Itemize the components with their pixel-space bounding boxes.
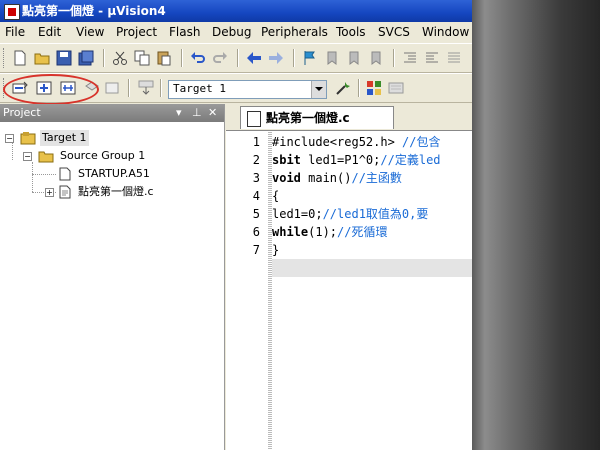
- tree-item-source-group[interactable]: − Source Group 1: [22, 148, 182, 164]
- current-line-highlight: [272, 259, 472, 277]
- file-icon: [247, 111, 261, 127]
- project-panel: Project ▾ ⊥ ✕ − Target 1 − Source Group …: [0, 104, 225, 450]
- tree-item-file[interactable]: STARTUP.A51: [58, 166, 198, 182]
- expand-icon[interactable]: +: [45, 188, 54, 197]
- toolbar-separator: [160, 79, 162, 97]
- tab-source-file[interactable]: 點亮第一個燈.c: [240, 106, 394, 129]
- stop-build-icon[interactable]: [104, 80, 120, 96]
- toolbar-separator: [128, 79, 130, 97]
- window-title: 點亮第一個燈 - µVision4: [22, 4, 166, 18]
- pin-icon[interactable]: ⊥: [192, 106, 202, 119]
- target-label: Target 1: [40, 130, 89, 146]
- copy-icon[interactable]: [134, 50, 150, 66]
- code-line: #include<reg52.h> //包含: [272, 135, 441, 149]
- paste-icon[interactable]: [156, 50, 172, 66]
- download-icon[interactable]: [138, 80, 154, 96]
- new-file-icon[interactable]: [12, 50, 28, 66]
- toolbar-separator: [237, 49, 239, 67]
- project-panel-title: Project: [3, 106, 41, 119]
- app-icon: [4, 4, 20, 20]
- menu-flash[interactable]: Flash: [169, 25, 200, 39]
- background-shadow: [472, 0, 600, 450]
- save-icon[interactable]: [56, 50, 72, 66]
- toolbar-grip[interactable]: [3, 48, 7, 68]
- file-label: STARTUP.A51: [78, 167, 150, 180]
- nav-back-icon[interactable]: [246, 50, 262, 66]
- target-icon: [20, 132, 36, 145]
- menu-view[interactable]: View: [76, 25, 104, 39]
- toolbar-separator: [358, 79, 360, 97]
- tree-item-file[interactable]: + 點亮第一個燈.c: [44, 184, 214, 200]
- menu-bar: File Edit View Project Flash Debug Perip…: [0, 22, 472, 42]
- chevron-down-icon[interactable]: [311, 81, 326, 98]
- toolbar-separator: [103, 49, 105, 67]
- undo-icon[interactable]: [190, 50, 206, 66]
- title-bar: 點亮第一個燈 - µVision4: [0, 0, 472, 22]
- line-number: 2: [252, 153, 260, 167]
- line-number: 4: [252, 189, 260, 203]
- nav-forward-icon[interactable]: [268, 50, 284, 66]
- screenshot: 點亮第一個燈 - µVision4 File Edit View Project…: [0, 0, 600, 450]
- unindent-icon[interactable]: [424, 50, 440, 66]
- menu-window[interactable]: Window: [422, 25, 469, 39]
- target-options-icon[interactable]: [335, 80, 351, 96]
- line-number: 1: [252, 135, 260, 149]
- menu-svcs[interactable]: SVCS: [378, 25, 410, 39]
- code-editor[interactable]: 1 2 3 4 5 6 7 #include<reg52.h> //包含 sbi…: [226, 130, 472, 450]
- close-icon[interactable]: ✕: [208, 106, 217, 119]
- annotation-circle: [3, 74, 99, 105]
- editor-pane: 點亮第一個燈.c 1 2 3 4 5 6 7 #include<reg52.h>…: [226, 104, 472, 450]
- select-packet-icon[interactable]: [388, 80, 404, 96]
- menu-file[interactable]: File: [5, 25, 25, 39]
- prev-bookmark-icon[interactable]: [324, 50, 340, 66]
- folder-icon: [38, 151, 54, 163]
- file-label: 點亮第一個燈.c: [78, 185, 154, 198]
- standard-toolbar: [0, 43, 472, 73]
- redo-icon[interactable]: [212, 50, 228, 66]
- code-line: {: [272, 189, 280, 203]
- tab-label: 點亮第一個燈.c: [266, 111, 350, 125]
- comment-icon[interactable]: [446, 50, 462, 66]
- line-gutter: 1 2 3 4 5 6 7: [226, 131, 270, 450]
- panel-dropdown-icon[interactable]: ▾: [176, 106, 182, 119]
- code-line: while(1);//死循環: [272, 225, 388, 239]
- menu-edit[interactable]: Edit: [38, 25, 61, 39]
- tree-item-target[interactable]: − Target 1: [4, 130, 124, 146]
- menu-tools[interactable]: Tools: [336, 25, 366, 39]
- bookmark-icon[interactable]: [302, 50, 318, 66]
- toolbar-separator: [293, 49, 295, 67]
- project-panel-header: Project ▾ ⊥ ✕: [0, 104, 224, 122]
- open-folder-icon[interactable]: [34, 50, 50, 66]
- clear-bookmarks-icon[interactable]: [368, 50, 384, 66]
- line-number: 5: [252, 207, 260, 221]
- source-group-label: Source Group 1: [60, 149, 146, 162]
- target-select[interactable]: Target 1: [168, 80, 327, 99]
- collapse-icon[interactable]: −: [5, 134, 14, 143]
- indent-icon[interactable]: [402, 50, 418, 66]
- save-all-icon[interactable]: [78, 50, 94, 66]
- next-bookmark-icon[interactable]: [346, 50, 362, 66]
- toolbar-separator: [393, 49, 395, 67]
- file-icon: [59, 167, 71, 181]
- tree-line: [32, 162, 33, 192]
- uvision-window: 點亮第一個燈 - µVision4 File Edit View Project…: [0, 0, 472, 450]
- menu-debug[interactable]: Debug: [212, 25, 251, 39]
- line-number: 6: [252, 225, 260, 239]
- manage-components-icon[interactable]: [366, 80, 382, 96]
- menu-peripherals[interactable]: Peripherals: [261, 25, 328, 39]
- cut-icon[interactable]: [112, 50, 128, 66]
- code-line: }: [272, 243, 280, 257]
- code-line: led1=0;//led1取值為0,要: [272, 207, 429, 221]
- menu-project[interactable]: Project: [116, 25, 157, 39]
- code-line: void main()//主函數: [272, 171, 402, 185]
- line-number: 3: [252, 171, 260, 185]
- toolbar-separator: [181, 49, 183, 67]
- tree-line: [32, 174, 56, 175]
- collapse-icon[interactable]: −: [23, 152, 32, 161]
- file-icon: [59, 185, 71, 199]
- code-line: sbit led1=P1^0;//定義led: [272, 153, 441, 167]
- target-select-value: Target 1: [173, 82, 226, 95]
- line-number: 7: [252, 243, 260, 257]
